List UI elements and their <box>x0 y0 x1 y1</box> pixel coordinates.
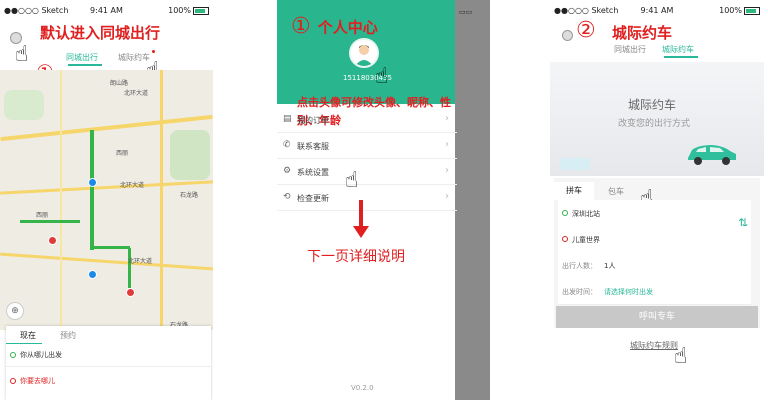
tab-carpool[interactable]: 拼车 <box>554 182 594 200</box>
menu-my-orders[interactable]: ▤ 我的订单 › <box>277 106 457 133</box>
tab-now[interactable]: 现在 <box>20 330 36 341</box>
hero-title: 城际约车 <box>628 98 677 112</box>
to-station: 儿童世界 <box>572 236 600 244</box>
hero-subtitle: 改变您的出行方式 <box>618 119 691 129</box>
chevron-right-icon: › <box>445 191 449 202</box>
map-marker-icon <box>88 270 97 279</box>
screen-personal-center: ▭▭ ① 个人中心 15118030435 ☝ 点击头像可修改头像、昵称、性别、… <box>277 0 490 400</box>
down-arrow-head-icon <box>353 226 369 238</box>
divider <box>6 366 211 367</box>
tab-intercity[interactable]: 城际约车 <box>662 44 694 55</box>
green-dot-icon <box>562 210 568 216</box>
tab-city-travel[interactable]: 同城出行 <box>66 52 98 63</box>
pointer-hand-icon: ☝ <box>375 64 389 89</box>
status-bar: ●●○○○ Sketch 9:41 AM 100% <box>0 0 213 20</box>
tab-reserve[interactable]: 预约 <box>60 330 76 341</box>
map-marker-icon <box>48 236 57 245</box>
personal-center-title: ① 个人中心 <box>291 14 378 39</box>
chevron-right-icon: › <box>445 139 449 150</box>
passengers-label: 出行人数： <box>562 262 597 270</box>
order-icon: ▤ <box>283 114 292 124</box>
passengers-row[interactable]: 出行人数： 1人 <box>558 252 751 279</box>
chevron-right-icon: › <box>445 165 449 176</box>
map-place-label: 西丽 <box>116 150 129 157</box>
annotation-personal-center: 个人中心 <box>317 18 378 37</box>
menu-settings[interactable]: ⚙ 系统设置 › <box>277 158 457 185</box>
notification-dot-icon <box>152 50 155 53</box>
drawer-overlay-status: ▭▭ <box>459 8 473 16</box>
hero-banner: 城际约车 改变您的出行方式 <box>550 62 764 176</box>
battery-icon <box>193 6 209 15</box>
tab-now-underline <box>6 343 42 344</box>
to-station-row[interactable]: 儿童世界 <box>558 226 751 253</box>
locate-icon[interactable]: ⊕ <box>6 302 24 320</box>
from-input[interactable]: 你从哪儿出发 <box>20 350 62 360</box>
annotation-marker-1: ① <box>291 14 311 39</box>
time-label: 出发时间： <box>562 288 597 296</box>
profile-icon[interactable] <box>562 30 573 41</box>
screen-city-travel: ●●○○○ Sketch 9:41 AM 100% 默认进入同城出行 ① ☝ 同… <box>0 0 213 400</box>
battery-indicator: 100% <box>719 6 760 15</box>
map-place-label: 西丽 <box>36 212 49 219</box>
tab-intercity-underline <box>664 56 698 58</box>
passengers-value: 1人 <box>604 262 616 270</box>
rules-link[interactable]: 城际约车规则 <box>630 340 678 351</box>
red-dot-icon <box>10 378 16 384</box>
user-avatar-icon <box>355 45 373 66</box>
annotation-next-page: 下一页详细说明 <box>307 249 405 265</box>
map-road-label: 北环大道 <box>128 258 153 265</box>
battery-indicator: 100% <box>168 6 209 15</box>
update-icon: ⟲ <box>283 192 291 202</box>
app-version: V0.2.0 <box>351 384 374 392</box>
pointer-hand-icon: ☝ <box>674 344 688 369</box>
annotation-default-city: 默认进入同城出行 <box>40 24 161 42</box>
map-marker-icon <box>126 288 135 297</box>
tab-charter[interactable]: 包车 <box>608 186 624 197</box>
red-dot-icon <box>562 236 568 242</box>
down-arrow-icon <box>359 200 363 228</box>
menu-contact-support[interactable]: ✆ 联系客服 › <box>277 132 457 159</box>
depart-time-row[interactable]: 出发时间： 请选择何时出发 <box>558 278 751 305</box>
to-input[interactable]: 你要去哪儿 <box>20 376 55 386</box>
map-marker-icon <box>88 178 97 187</box>
map-road-label: 北环大道 <box>120 182 145 189</box>
green-dot-icon <box>10 352 16 358</box>
map-view[interactable]: 北环大道 北环大道 北环大道 西丽 西丽 石龙路 石龙路 朗山路 ⊕ <box>0 70 213 330</box>
time-value: 请选择何时出发 <box>604 288 653 296</box>
chevron-right-icon: › <box>445 113 449 124</box>
call-car-button[interactable]: 呼叫专车 <box>556 306 758 328</box>
screen-intercity: ●●○○○ Sketch 9:41 AM 100% ② 城际约车 同城出行 城际… <box>550 0 764 400</box>
map-road-label: 北环大道 <box>124 90 149 97</box>
battery-icon <box>744 6 760 15</box>
pointer-hand-icon: ☝ <box>15 42 29 67</box>
map-place-label: 朗山路 <box>110 80 129 87</box>
tab-city-travel[interactable]: 同城出行 <box>614 44 646 55</box>
phone-icon: ✆ <box>283 140 291 150</box>
status-bar: ●●○○○ Sketch 9:41 AM 100% <box>550 0 764 20</box>
tab-city-travel-underline <box>68 64 102 66</box>
pointer-hand-icon: ☝ <box>345 168 359 193</box>
gear-icon: ⚙ <box>283 166 292 176</box>
map-place-label: 石龙路 <box>180 192 199 199</box>
from-station-row[interactable]: 深圳北站 ⇅ <box>558 200 751 230</box>
ride-panel: 现在 预约 你从哪儿出发 你要去哪儿 <box>6 326 211 400</box>
annotation-marker-2: ② <box>576 18 596 43</box>
car-icon <box>684 142 738 165</box>
menu-check-update[interactable]: ⟲ 检查更新 › <box>277 184 457 211</box>
annotation-intercity: 城际约车 <box>612 24 673 42</box>
from-station: 深圳北站 <box>572 210 600 218</box>
drawer-overlay[interactable] <box>455 0 490 400</box>
